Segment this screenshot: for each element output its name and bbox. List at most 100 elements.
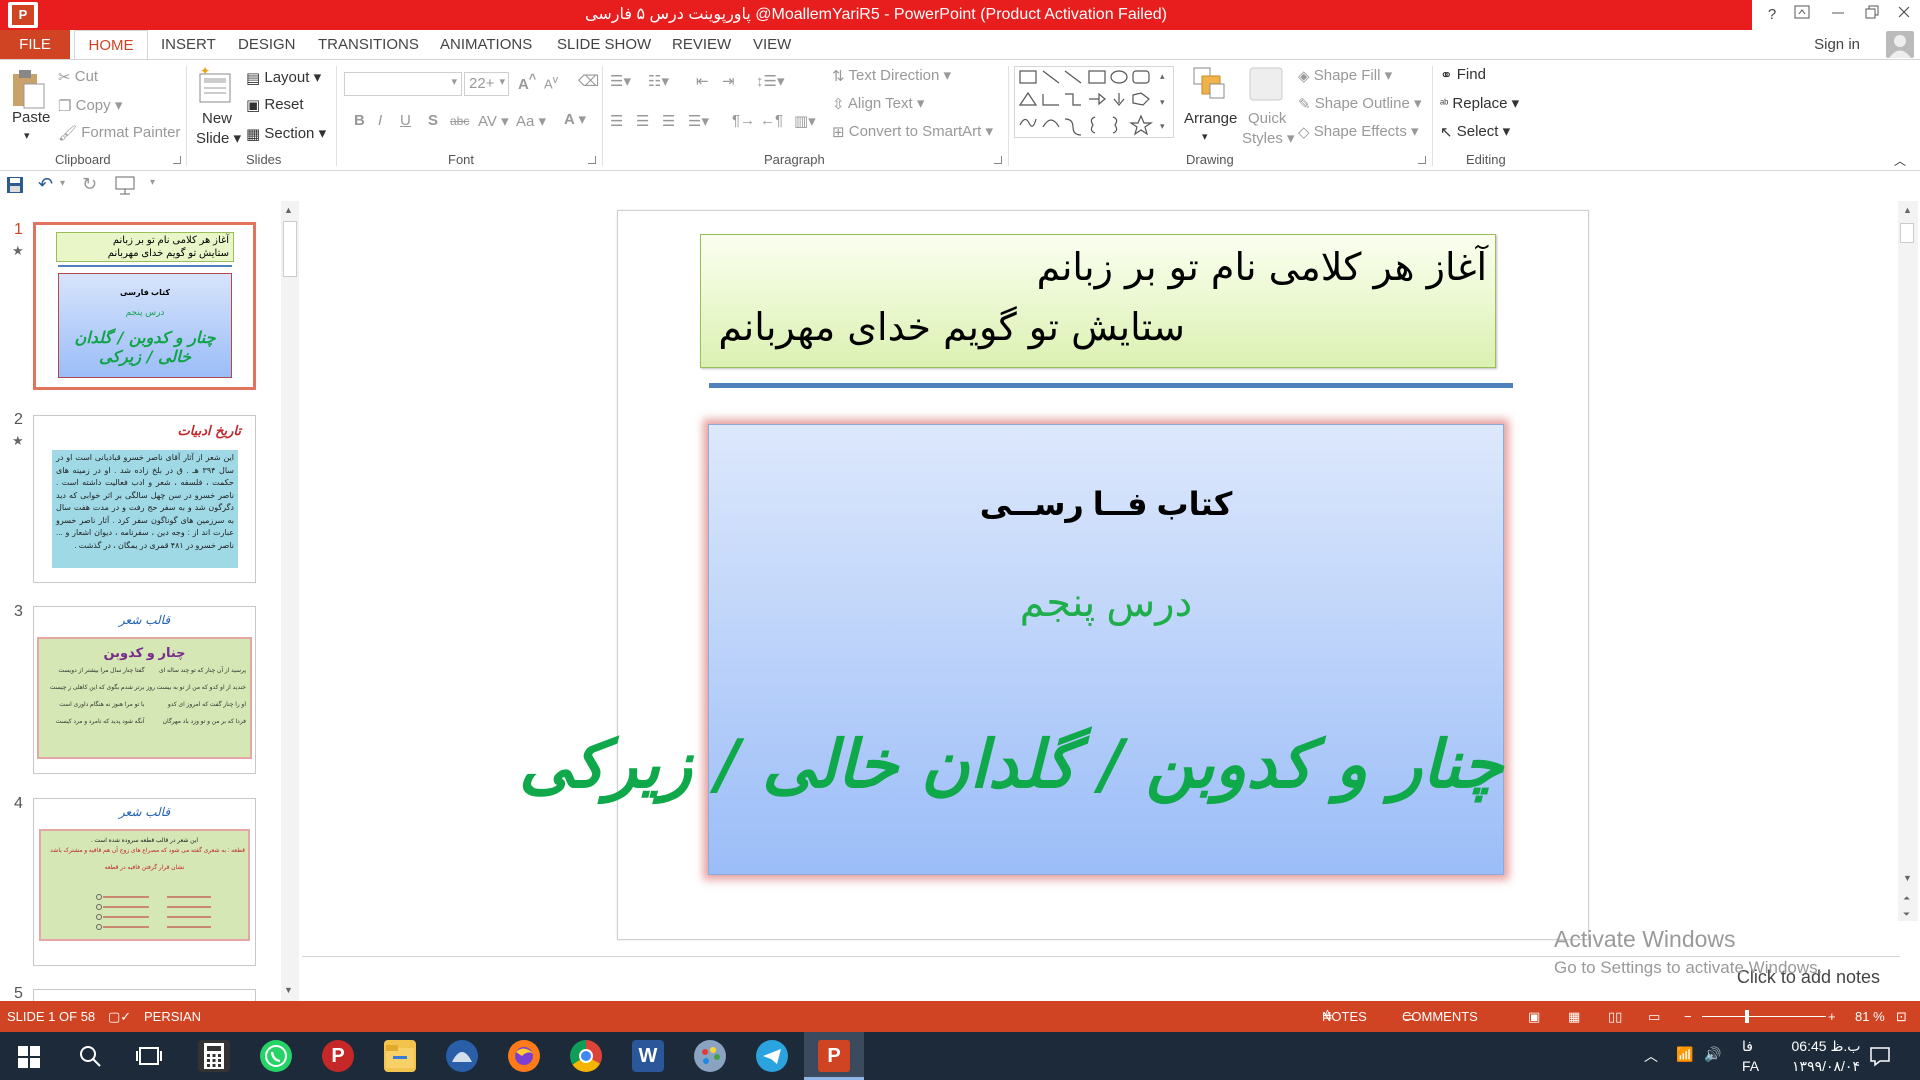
tab-slide-show[interactable]: SLIDE SHOW [557,30,651,59]
shadow-button[interactable]: S [428,112,438,129]
font-size-combobox[interactable]: 22+ ▾ [464,72,509,96]
tab-review[interactable]: REVIEW [672,30,731,59]
zoom-level[interactable]: 81 % [1855,1001,1885,1032]
firefox-icon[interactable] [508,1040,540,1072]
sign-in-link[interactable]: Sign in [1814,30,1860,59]
redo-icon[interactable]: ↻ [82,174,97,195]
new-slide-icon[interactable]: ✦ [198,64,234,110]
quick-styles-icon[interactable] [1248,66,1284,106]
normal-view-icon[interactable]: ▣ [1528,1001,1540,1032]
decrease-indent-icon[interactable]: ⇤ [696,72,709,90]
zoom-out-icon[interactable]: − [1684,1001,1692,1032]
font-color-button[interactable]: A ▾ [564,110,586,128]
justify-icon[interactable]: ☰▾ [688,112,709,130]
undo-dropdown-icon[interactable]: ▾ [60,178,65,189]
fit-slide-icon[interactable]: ⊡ [1896,1001,1907,1032]
copy-button[interactable]: ❐ Copy ▾ [58,96,122,115]
reading-view-icon[interactable]: ▯▯ [1608,1001,1622,1032]
paste-dropdown-icon[interactable]: ▾ [24,129,30,142]
align-right-icon[interactable]: ☰ [662,112,675,130]
format-painter-button[interactable]: 🖌 Format Painter [58,124,180,142]
convert-to-smartart-button[interactable]: ⊞ Convert to SmartArt ▾ [832,122,993,141]
app-p-icon[interactable]: P [322,1040,354,1072]
input-language-bottom[interactable]: FA [1742,1058,1759,1074]
title-textbox[interactable]: کتاب فــا رســی درس پنجم چنار و کدوبن / … [519,424,1504,875]
line-spacing-icon[interactable]: ↕☰▾ [756,72,784,90]
bold-button[interactable]: B [354,112,365,129]
clock-time[interactable]: 06:45 ب.ظ [1778,1038,1874,1055]
underline-button[interactable]: U [400,112,411,129]
customize-qat-icon[interactable]: ▾ [150,177,155,188]
undo-icon[interactable]: ↶ [38,174,53,195]
slide-thumbnail-5[interactable] [33,989,256,1001]
tab-insert[interactable]: INSERT [161,30,216,59]
ribbon-display-options-icon[interactable] [1782,0,1822,30]
tab-file[interactable]: FILE [0,30,70,59]
word-icon[interactable]: W [632,1040,664,1072]
left-to-right-icon[interactable]: ¶→ [732,112,755,129]
paint-palette-icon[interactable] [694,1040,726,1072]
task-view-icon[interactable] [136,1044,162,1072]
text-direction-button[interactable]: ⇅ Text Direction ▾ [832,66,951,85]
chrome-icon[interactable] [570,1040,602,1072]
spell-check-icon[interactable]: ▢✓ [108,1001,131,1032]
align-text-button[interactable]: ⇳ Align Text ▾ [832,94,924,113]
right-to-left-icon[interactable]: ←¶ [760,112,783,129]
avatar[interactable] [1886,31,1914,58]
tab-transitions[interactable]: TRANSITIONS [318,30,419,59]
character-spacing-button[interactable]: AV ▾ [478,112,509,130]
bullets-icon[interactable]: ☰▾ [610,72,631,90]
clipboard-launcher-icon[interactable] [173,156,181,164]
thumbnails-scroll-thumb[interactable] [283,221,297,277]
paragraph-launcher-icon[interactable] [994,156,1002,164]
paste-icon[interactable] [10,68,50,109]
arrange-icon[interactable] [1192,66,1228,106]
new-slide-button-line2[interactable]: Slide ▾ [196,129,241,147]
network-icon[interactable]: 📶 [1676,1046,1693,1063]
paste-button[interactable]: Paste [12,109,50,126]
scroll-down-icon[interactable]: ▼ [284,985,293,995]
select-button[interactable]: ↖ Select ▾ [1440,122,1510,141]
align-center-icon[interactable]: ☰ [636,112,649,130]
file-explorer-icon[interactable] [384,1040,416,1072]
strikethrough-button[interactable]: abc [450,114,469,128]
windows-start-icon[interactable] [18,1046,40,1072]
layout-button[interactable]: ▤ Layout ▾ [246,68,321,87]
thumbnails-scrollbar[interactable]: ▲ ▼ [281,201,299,1001]
change-case-button[interactable]: Aa ▾ [516,112,546,130]
find-button[interactable]: ⚭ Find [1440,66,1486,84]
slide-thumbnail-4[interactable]: قالب شعر این شعر در قالب قطعه سروده شده … [33,798,256,966]
tab-home[interactable]: HOME [74,30,148,59]
next-slide-icon[interactable]: ⏷ [1903,909,1910,920]
numbering-icon[interactable]: ☷▾ [648,72,669,90]
telegram-icon[interactable] [756,1040,788,1072]
notifications-icon[interactable] [1868,1044,1892,1072]
zoom-slider[interactable] [1702,1016,1826,1017]
italic-button[interactable]: I [378,112,382,129]
clock-date[interactable]: ۱۳۹۹/۰۸/۰۴ [1778,1058,1874,1075]
slide-thumbnail-2[interactable]: تاریخ ادبیات این شعر از آثار آقای ناصر خ… [33,415,256,583]
align-left-icon[interactable]: ☰ [610,112,623,130]
previous-slide-icon[interactable]: ⏶ [1903,893,1910,904]
shape-fill-button[interactable]: ◈ Shape Fill ▾ [1298,66,1392,85]
quick-styles-button-line2[interactable]: Styles ▾ [1242,129,1295,147]
whatsapp-icon[interactable] [260,1040,292,1072]
slideshow-view-icon[interactable]: ▭ [1648,1001,1660,1032]
font-launcher-icon[interactable] [588,156,596,164]
search-icon[interactable] [78,1044,102,1072]
slide-thumbnail-1[interactable]: آغاز هر کلامی نام تو بر زبانم ستایش تو گ… [33,222,256,390]
tab-design[interactable]: DESIGN [238,30,296,59]
scroll-up-icon[interactable]: ▲ [1903,205,1912,215]
slide-canvas[interactable]: آغاز هر کلامی نام تو بر زبانم ستایش تو گ… [519,210,1589,940]
columns-icon[interactable]: ▥▾ [794,112,816,130]
decrease-font-size-button[interactable]: Av [544,74,558,91]
replace-button[interactable]: ᵃᵇ Replace ▾ [1440,94,1519,112]
tab-view[interactable]: VIEW [753,30,791,59]
scroll-down-icon[interactable]: ▼ [1903,873,1912,883]
tab-animations[interactable]: ANIMATIONS [440,30,532,59]
slide-scroll-thumb[interactable] [1900,223,1914,243]
collapse-ribbon-icon[interactable]: ︿ [1894,152,1906,169]
input-language-top[interactable]: فا [1742,1038,1753,1055]
slide-thumbnail-3[interactable]: قالب شعر چنار و کدوبن پرسید از آن چنار ک… [33,606,256,774]
font-name-combobox[interactable]: ▾ [344,72,462,96]
